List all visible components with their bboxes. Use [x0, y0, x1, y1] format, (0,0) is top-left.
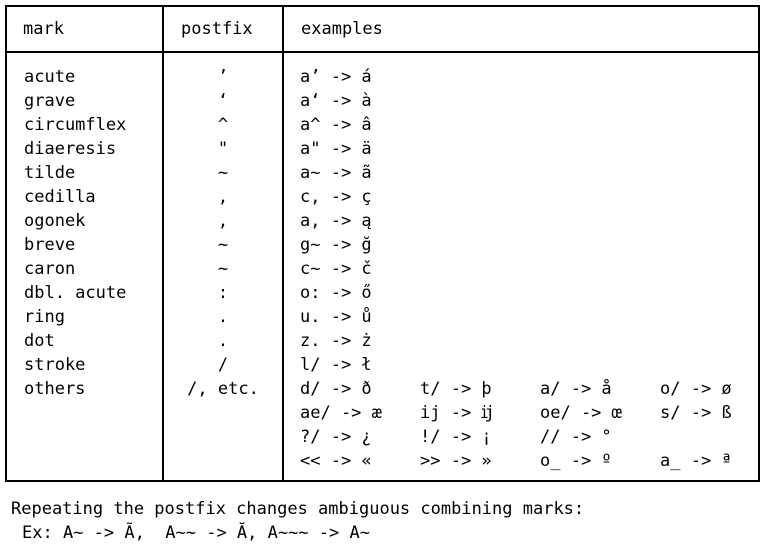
keymap-table: mark postfix examples acute grave circumfl…: [5, 5, 760, 482]
postfix-cell: ~: [217, 235, 229, 255]
example-cell: << -> «: [300, 451, 372, 471]
footer-note: Repeating the postfix changes ambiguous …: [11, 499, 585, 519]
example-cell: z. -> ż: [300, 331, 372, 351]
example-cell: a‘ -> à: [300, 91, 372, 111]
mark-cell: [24, 425, 162, 449]
example-cell: ae/ -> æ: [300, 403, 382, 423]
example-cell: d/ -> ð: [300, 379, 372, 399]
examples-row: d/ -> ð t/ -> þ a/ -> å o/ -> ø: [300, 377, 758, 401]
example-cell: >> -> »: [420, 451, 492, 471]
examples-column: a’ -> á a‘ -> à a^ -> â a" -> ä a~ -> ã c, ->…: [300, 65, 758, 473]
postfix-cell: /: [217, 355, 229, 375]
footer-example: Ex: A~ -> Ã, A~~ -> Ă, A~~~ -> A~: [22, 523, 370, 543]
mark-cell: circumflex: [24, 115, 127, 135]
postfix-cell: ,: [217, 211, 229, 231]
mark-cell: grave: [24, 91, 76, 111]
examples-row: c~ -> č: [300, 257, 758, 281]
example-cell: c, -> ç: [300, 187, 372, 207]
example-cell: l/ -> ł: [300, 355, 372, 375]
postfix-cell: :: [217, 283, 229, 303]
mark-cell: stroke: [24, 355, 86, 375]
example-cell: s/ -> ß: [660, 403, 732, 423]
example-cell: a^ -> â: [300, 115, 372, 135]
examples-row: c, -> ç: [300, 185, 758, 209]
examples-row: a’ -> á: [300, 65, 758, 89]
examples-row: g~ -> ğ: [300, 233, 758, 257]
postfix-cell: /, etc.: [187, 379, 259, 399]
example-cell: u. -> ů: [300, 307, 372, 327]
postfix-cell: [164, 401, 282, 425]
postfix-cell: ~: [217, 259, 229, 279]
example-cell: a_ -> ª: [660, 451, 732, 471]
mark-cell: [24, 401, 162, 425]
example-cell: t/ -> þ: [420, 379, 492, 399]
postfix-cell: ^: [217, 115, 229, 135]
postfix-cell: [164, 449, 282, 473]
example-cell: a~ -> ã: [300, 163, 372, 183]
postfix-column: ’ ‘ ^ " ~,, ~ ~:.. / /, etc.: [164, 65, 282, 473]
mark-cell: ogonek: [24, 211, 86, 231]
example-cell: o: -> ő: [300, 283, 372, 303]
example-cell: a’ -> á: [300, 67, 372, 87]
examples-row: ae/ -> æ ij -> ĳ oe/ -> œ s/ -> ß: [300, 401, 758, 425]
examples-row: a^ -> â: [300, 113, 758, 137]
example-cell: o/ -> ø: [660, 379, 732, 399]
header-examples: examples: [301, 19, 383, 39]
postfix-cell: [164, 425, 282, 449]
examples-row: a, -> ą: [300, 209, 758, 233]
mark-cell: [24, 449, 162, 473]
postfix-cell: .: [217, 307, 229, 327]
mark-cell: tilde: [24, 163, 76, 183]
examples-row: l/ -> ł: [300, 353, 758, 377]
example-cell: a" -> ä: [300, 139, 372, 159]
mark-cell: dot: [24, 331, 55, 351]
column-divider-2: [282, 7, 284, 480]
examples-row: ?/ -> ¿ !/ -> ¡ // -> °: [300, 425, 758, 449]
example-cell: a, -> ą: [300, 211, 372, 231]
example-cell: oe/ -> œ: [540, 403, 622, 423]
example-cell: ?/ -> ¿: [300, 427, 372, 447]
mark-cell: ring: [24, 307, 65, 327]
examples-row: o: -> ő: [300, 281, 758, 305]
example-cell: c~ -> č: [300, 259, 372, 279]
mark-cell: cedilla: [24, 187, 96, 207]
postfix-cell: ‘: [217, 91, 229, 111]
example-cell: a/ -> å: [540, 379, 612, 399]
example-cell: // -> °: [540, 427, 612, 447]
examples-row: a~ -> ã: [300, 161, 758, 185]
mark-cell: others: [24, 379, 86, 399]
examples-row: u. -> ů: [300, 305, 758, 329]
example-cell: g~ -> ğ: [300, 235, 372, 255]
examples-row: z. -> ż: [300, 329, 758, 353]
mark-cell: caron: [24, 259, 76, 279]
postfix-cell: ,: [217, 187, 229, 207]
mark-cell: acute: [24, 67, 76, 87]
postfix-cell: ~: [217, 163, 229, 183]
postfix-cell: ": [217, 139, 229, 159]
header-divider: [7, 51, 758, 53]
example-cell: ij -> ĳ: [420, 403, 492, 423]
postfix-cell: .: [217, 331, 229, 351]
example-cell: o_ -> º: [540, 451, 612, 471]
example-cell: !/ -> ¡: [420, 427, 492, 447]
examples-row: << -> « >> -> » o_ -> º a_ -> ª: [300, 449, 758, 473]
postfix-cell: ’: [217, 67, 229, 87]
mark-cell: breve: [24, 235, 76, 255]
examples-row: a‘ -> à: [300, 89, 758, 113]
examples-row: a" -> ä: [300, 137, 758, 161]
mark-cell: dbl. acute: [24, 283, 127, 303]
mark-cell: diaeresis: [24, 139, 117, 159]
header-postfix: postfix: [181, 19, 253, 39]
header-mark: mark: [23, 19, 64, 39]
mark-column: acute grave circumflex diaeresis tilde cedill…: [24, 65, 162, 473]
